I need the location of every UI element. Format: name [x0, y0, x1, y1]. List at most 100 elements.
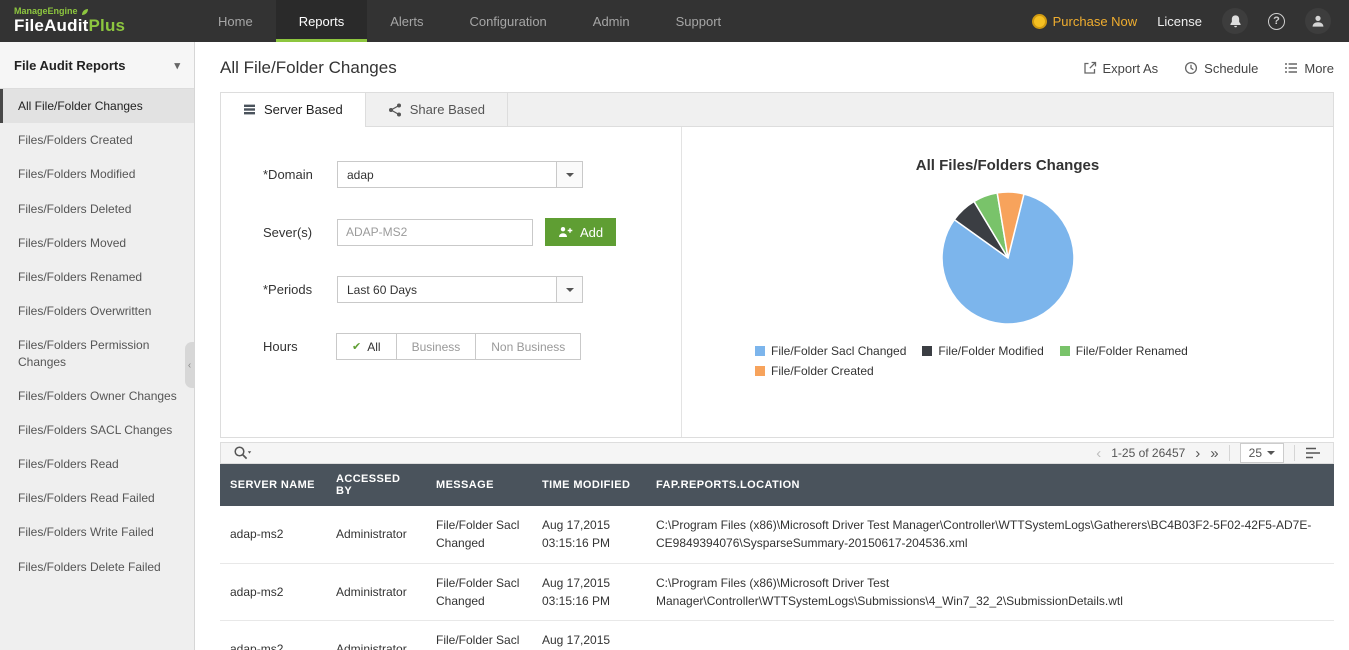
server-icon: [244, 104, 255, 115]
sidebar-item-files-folders-modified[interactable]: Files/Folders Modified: [0, 157, 194, 191]
sidebar-title: File Audit Reports: [14, 57, 126, 73]
chart-title: All Files/Folders Changes: [915, 157, 1100, 174]
tab-server-based[interactable]: Server Based: [221, 93, 366, 127]
table-row[interactable]: adap-ms2AdministratorFile/Folder Sacl Ch…: [220, 620, 1334, 650]
nav-item-home[interactable]: Home: [195, 0, 276, 42]
header-actions: Export As Schedule More: [1083, 61, 1334, 76]
brand-product-suffix: Plus: [88, 15, 126, 35]
sidebar-item-files-folders-sacl-changes[interactable]: Files/Folders SACL Changes: [0, 413, 194, 447]
topbar-right: Purchase Now License ?: [1031, 0, 1349, 42]
nav-item-support[interactable]: Support: [653, 0, 745, 42]
column-header-message[interactable]: MESSAGE: [426, 464, 532, 506]
help-button[interactable]: ?: [1268, 12, 1285, 30]
servers-input[interactable]: [337, 218, 533, 246]
more-button[interactable]: More: [1284, 61, 1334, 76]
chevron-down-icon[interactable]: [556, 277, 582, 302]
sidebar-collapse-handle[interactable]: ‹: [185, 342, 194, 388]
legend-item-file-folder-modified[interactable]: File/Folder Modified: [922, 344, 1044, 358]
main-nav: Home Reports Alerts Configuration Admin Suppo…: [195, 0, 744, 42]
check-icon: ✔: [352, 341, 362, 353]
sidebar-item-files-folders-read[interactable]: Files/Folders Read: [0, 447, 194, 481]
nav-item-admin[interactable]: Admin: [570, 0, 653, 42]
nav-item-reports[interactable]: Reports: [275, 0, 368, 42]
tabbar: Server Based Share Based: [221, 93, 1333, 127]
chevron-down-icon[interactable]: [556, 162, 582, 187]
app: { "navbar": { "brand_line1": "ManageEngi…: [0, 0, 1349, 650]
hours-option-business[interactable]: Business: [395, 333, 477, 360]
table-row[interactable]: adap-ms2AdministratorFile/Folder Sacl Ch…: [220, 563, 1334, 621]
search-icon[interactable]: [233, 445, 252, 462]
notifications-button[interactable]: [1222, 8, 1248, 34]
next-page-button[interactable]: ›: [1195, 446, 1200, 461]
column-settings-icon[interactable]: [1305, 446, 1321, 460]
periods-select-value: Last 60 Days: [347, 282, 418, 297]
column-header-server-name[interactable]: SERVER NAME: [220, 464, 326, 506]
panel-body: *Domain adap Sever(s) ADAP-MS2 Add *Peri…: [221, 127, 1333, 437]
chevron-down-icon[interactable]: ▾: [174, 59, 180, 72]
cell-server-name: adap-ms2: [220, 563, 326, 621]
sidebar-item-files-folders-deleted[interactable]: Files/Folders Deleted: [0, 192, 194, 226]
cell-server-name: adap-ms2: [220, 506, 326, 564]
sidebar-item-files-folders-owner-changes[interactable]: Files/Folders Owner Changes: [0, 379, 194, 413]
filter-form: *Domain adap Sever(s) ADAP-MS2 Add *Peri…: [221, 127, 681, 437]
sidebar-item-files-folders-moved[interactable]: Files/Folders Moved: [0, 226, 194, 260]
report-table: SERVER NAME ACCESSED BY MESSAGE TIME MODIFI…: [220, 464, 1334, 650]
cell-message: File/Folder Sacl Changed: [426, 620, 532, 650]
list-icon: [1285, 63, 1298, 73]
page-size-select[interactable]: 25: [1239, 443, 1284, 463]
sidebar-item-files-folders-permission-changes[interactable]: Files/Folders Permission Changes: [0, 328, 194, 378]
cell-time-modified: Aug 17,201503:15:16 PM: [532, 620, 646, 650]
nav-item-alerts[interactable]: Alerts: [367, 0, 446, 42]
bell-icon: [1229, 14, 1241, 27]
export-as-button[interactable]: Export As: [1083, 61, 1158, 76]
legend-item-file-folder-created[interactable]: File/Folder Created: [755, 364, 874, 378]
servers-label: Sever(s): [263, 224, 313, 240]
legend-item-file-folder-renamed[interactable]: File/Folder Renamed: [1059, 344, 1188, 358]
sidebar: File Audit Reports ▾ All File/Folder Cha…: [0, 42, 195, 650]
schedule-button[interactable]: Schedule: [1184, 61, 1258, 76]
last-page-button[interactable]: »: [1210, 446, 1218, 461]
sidebar-item-files-folders-overwritten[interactable]: Files/Folders Overwritten: [0, 294, 194, 328]
add-user-icon: [559, 227, 573, 237]
hours-option-all[interactable]: ✔ All: [336, 333, 397, 360]
domain-select[interactable]: adap: [337, 161, 583, 188]
chart-legend: File/Folder Sacl Changed File/Folder Modi…: [755, 344, 1260, 378]
column-header-time-modified[interactable]: TIME MODIFIED: [532, 464, 646, 506]
report-panel: Server Based Share Based *Domain adap Sev…: [220, 92, 1334, 438]
cell-location: C:\Program Files (x86)\Microsoft Driver …: [646, 563, 1334, 621]
periods-select[interactable]: Last 60 Days: [337, 276, 583, 303]
user-menu-button[interactable]: [1305, 8, 1331, 34]
add-button-label: Add: [580, 224, 604, 240]
user-icon: [1312, 15, 1324, 27]
more-label: More: [1304, 60, 1334, 76]
share-icon: [388, 103, 401, 116]
license-button[interactable]: License: [1157, 14, 1202, 29]
column-header-fap-reports-location[interactable]: FAP.REPORTS.LOCATION: [646, 464, 1334, 506]
table-row[interactable]: adap-ms2AdministratorFile/Folder Sacl Ch…: [220, 506, 1334, 564]
sidebar-item-files-folders-write-failed[interactable]: Files/Folders Write Failed: [0, 515, 194, 549]
brand-logo[interactable]: ManageEngine FileAuditPlus: [0, 0, 195, 42]
sidebar-item-all-file-folder-changes[interactable]: All File/Folder Changes: [0, 89, 194, 124]
nav-item-configuration[interactable]: Configuration: [446, 0, 569, 42]
hours-option-non-business[interactable]: Non Business: [475, 333, 582, 360]
sidebar-item-files-folders-read-failed[interactable]: Files/Folders Read Failed: [0, 481, 194, 515]
sidebar-header[interactable]: File Audit Reports ▾: [0, 42, 194, 89]
legend-label: File/Folder Modified: [938, 344, 1044, 358]
add-server-button[interactable]: Add: [545, 218, 617, 246]
brand-product: FileAuditPlus: [14, 15, 195, 35]
cell-message: File/Folder Sacl Changed: [426, 563, 532, 621]
table-toolbar: ‹ 1-25 of 26457 › » 25: [220, 442, 1334, 464]
column-header-accessed-by[interactable]: ACCESSED BY: [326, 464, 426, 506]
legend-item-file-folder-sacl-changed[interactable]: File/Folder Sacl Changed: [755, 344, 906, 358]
layout: File Audit Reports ▾ All File/Folder Cha…: [0, 42, 1349, 650]
sidebar-item-files-folders-delete-failed[interactable]: Files/Folders Delete Failed: [0, 550, 194, 584]
legend-swatch: [922, 346, 933, 356]
tab-share-based[interactable]: Share Based: [366, 93, 508, 126]
main-content: All File/Folder Changes Export As Schedu…: [195, 42, 1349, 650]
sidebar-item-files-folders-created[interactable]: Files/Folders Created: [0, 123, 194, 157]
prev-page-button[interactable]: ‹: [1096, 446, 1101, 461]
sidebar-item-files-folders-renamed[interactable]: Files/Folders Renamed: [0, 260, 194, 294]
purchase-now-button[interactable]: Purchase Now: [1031, 13, 1137, 29]
sidebar-items: All File/Folder Changes Files/Folders Cre…: [0, 89, 194, 584]
table-body: adap-ms2 Administrator File/Folder Sacl Ch…: [220, 506, 1334, 650]
